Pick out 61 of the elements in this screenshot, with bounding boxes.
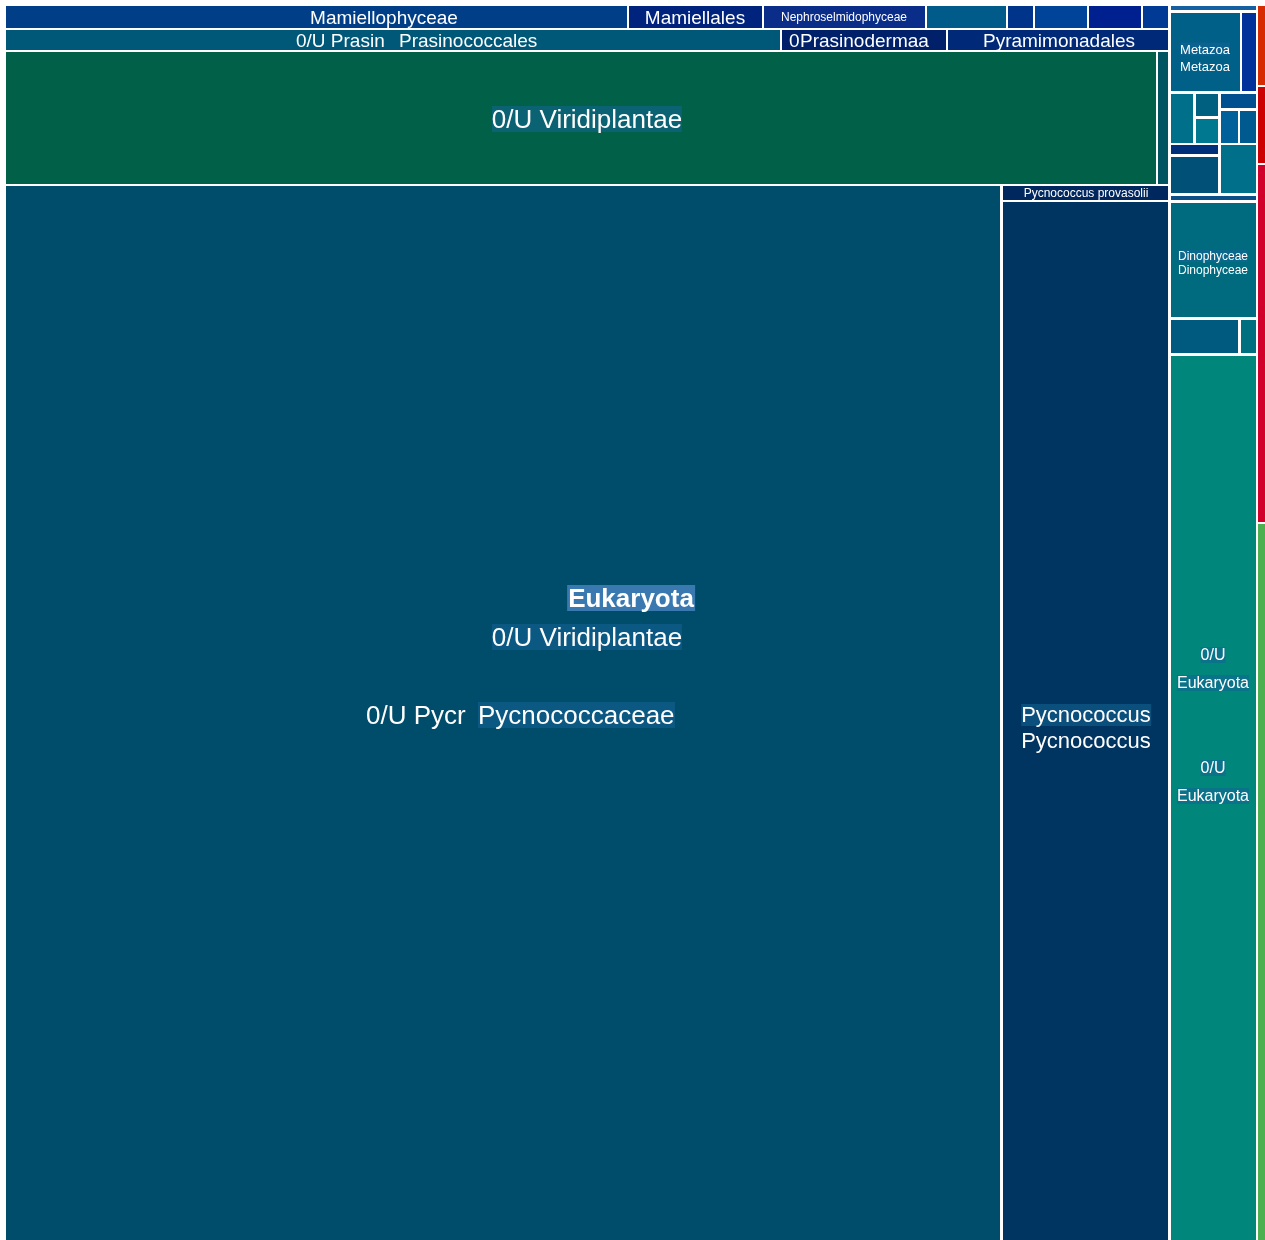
treemap-tile[interactable]: 0Prasinodermaa (782, 30, 946, 50)
treemap-tile[interactable] (1035, 6, 1087, 28)
tile-label: Pycnococcus (1021, 730, 1151, 752)
treemap-tile[interactable] (1171, 320, 1238, 353)
tile-label: Eukaryota (1177, 675, 1249, 691)
treemap-tile[interactable] (1171, 196, 1256, 200)
treemap-tile[interactable] (1221, 145, 1256, 193)
treemap-tile[interactable]: 0/U Prasin Prasinococcales (6, 30, 780, 50)
tile-label: Dinophyceae (1177, 264, 1249, 276)
tile-label: 0/U (1200, 760, 1226, 776)
tile-label: 0 (789, 30, 800, 50)
treemap-tile[interactable]: Pycnococcus Pycnococcus (1003, 202, 1168, 1240)
treemap-tile[interactable]: Pyramimonadales (948, 30, 1168, 50)
treemap-tile[interactable] (1171, 6, 1256, 10)
tile-label: 0/U (1200, 647, 1226, 663)
tile-label: 0/U Viridiplantae (491, 106, 683, 132)
treemap-tile[interactable] (1240, 111, 1256, 143)
tile-label: Pycnococcus (1021, 704, 1151, 726)
treemap-tile[interactable]: Nephroselmidophyceae (764, 6, 925, 28)
treemap-tile[interactable]: Mamiellales (629, 6, 762, 28)
tile-label: Prasinococcales (399, 30, 538, 50)
tile-label: Mamiellales (644, 7, 746, 27)
treemap-tile[interactable] (1258, 165, 1265, 522)
tile-label: Dinophyceae (1177, 250, 1249, 262)
tile-label: Eukaryota (1177, 788, 1249, 804)
tile-label: Pycnococcaceae (478, 702, 675, 728)
tile-label: 0/U Viridiplantae (491, 624, 683, 650)
treemap-tile[interactable] (927, 6, 1006, 28)
treemap-tile[interactable]: 0/U Viridiplantae (6, 52, 1156, 184)
tile-label: Pyramimonadales (982, 30, 1136, 50)
treemap-tile[interactable] (1196, 119, 1218, 143)
treemap-tile[interactable]: 0/U Eukaryota 0/U Eukaryota (1171, 356, 1256, 1240)
treemap-tile[interactable] (1089, 6, 1141, 28)
treemap-tile[interactable] (1008, 6, 1033, 28)
treemap-tile[interactable] (1143, 6, 1168, 28)
tile-label: Prasinodermaa (800, 30, 929, 50)
treemap-tile[interactable]: Eukaryota 0/U Viridiplantae 0/U Pycr Pycnococcaceae (6, 186, 1000, 1240)
treemap-tile[interactable]: Pycnococcus provasolii (1003, 186, 1168, 200)
treemap-tile[interactable] (1221, 111, 1238, 143)
treemap-tile[interactable] (1258, 6, 1265, 85)
treemap-tile[interactable]: Metazoa Metazoa (1171, 13, 1240, 91)
tile-label: Metazoa (1180, 42, 1230, 56)
treemap-tile[interactable] (1171, 94, 1193, 143)
treemap-tile[interactable] (1221, 94, 1256, 108)
treemap-tile[interactable] (1258, 524, 1265, 1240)
treemap-tile[interactable]: Mamiellophyceae (6, 6, 627, 28)
treemap-tile[interactable] (1258, 87, 1265, 163)
tile-label: Mamiellophyceae (310, 7, 458, 27)
treemap-tile[interactable] (1171, 145, 1218, 154)
tile-label: Eukaryota (567, 585, 695, 611)
treemap-tile[interactable] (1242, 13, 1256, 91)
tile-label: Pycnococcus provasolii (1023, 187, 1149, 199)
treemap-tile[interactable]: Dinophyceae Dinophyceae (1171, 203, 1256, 317)
treemap-tile[interactable] (1241, 320, 1256, 353)
tile-label: 0/U Prasin (296, 30, 385, 50)
tile-label: Metazoa (1180, 59, 1230, 73)
treemap-tile[interactable] (1196, 94, 1218, 116)
tile-label: 0/U Pycr (366, 702, 466, 728)
tile-label: Nephroselmidophyceae (780, 11, 908, 23)
treemap-tile[interactable] (1158, 52, 1168, 184)
treemap-tile[interactable] (1171, 157, 1218, 193)
